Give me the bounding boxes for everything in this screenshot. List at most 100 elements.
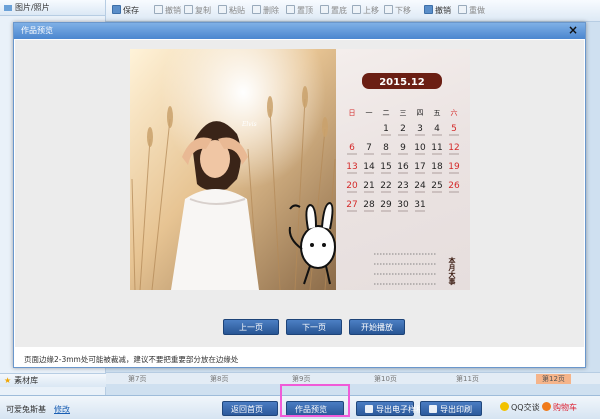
star-icon: ★	[4, 376, 12, 385]
day-number: 12	[448, 143, 459, 153]
lunar-date-mark	[364, 210, 374, 212]
toolbar-button-0[interactable]: 保存	[112, 5, 139, 16]
page-thumb[interactable]: 第9页	[292, 374, 310, 384]
photo-folder-icon	[4, 4, 12, 11]
lunar-date-mark	[347, 191, 357, 193]
day-number: 2	[400, 124, 406, 134]
toolbar-button-4[interactable]: 删除	[252, 5, 279, 16]
weekday-label: 日	[349, 109, 356, 117]
next-page-button[interactable]: 下一页	[286, 319, 342, 335]
toolbar-label: 上移	[363, 6, 379, 15]
lunar-date-mark	[398, 153, 408, 155]
lunar-date-mark	[381, 191, 391, 193]
toolbar-button-2[interactable]: 复制	[184, 5, 211, 16]
prev-page-button[interactable]: 上一页	[223, 319, 279, 335]
redo-icon	[458, 5, 467, 14]
lunar-date-mark	[364, 153, 374, 155]
day-number: 26	[448, 181, 460, 191]
day-number: 25	[431, 181, 442, 191]
day-number: 1	[383, 124, 389, 134]
weekday-label: 六	[451, 108, 458, 117]
day-number: 3	[417, 124, 423, 134]
toolbar-button-10[interactable]: 重做	[458, 5, 485, 16]
lunar-date-mark	[381, 210, 391, 212]
toolbar-button-6[interactable]: 置底	[320, 5, 347, 16]
lunar-date-mark	[398, 191, 408, 193]
day-number: 28	[363, 200, 375, 210]
left-tab-photos[interactable]: 图片/照片	[0, 0, 105, 16]
toolbar-label: 重做	[469, 6, 485, 15]
toolbar-button-7[interactable]: 上移	[352, 5, 379, 16]
month-label: 2015.12	[379, 77, 425, 88]
toolbar-label: 粘贴	[229, 6, 245, 15]
day-number: 4	[434, 124, 440, 134]
toolbar-button-3[interactable]: 粘贴	[218, 5, 245, 16]
undo-icon	[154, 5, 163, 14]
qq-penguin-icon	[500, 402, 509, 411]
shopping-cart-link[interactable]: 购物车	[542, 402, 577, 413]
toolbar-label: 置底	[331, 6, 347, 15]
export-print-button[interactable]: 导出印刷	[420, 401, 482, 416]
toolbar-button-9[interactable]: 撤销	[424, 5, 451, 16]
toolbar-button-8[interactable]: 下移	[384, 5, 411, 16]
undo-icon	[424, 5, 433, 14]
page-thumb[interactable]: 第11页	[456, 374, 479, 384]
toolbar-label: 撤销	[165, 6, 181, 15]
calendar-grid-panel: 2015.12 日一二三四五六 1 2 3 4 5 6 7 8 9 10 11 12 13 14 15 16 17 1…	[336, 49, 470, 290]
memo-title: 本月大事	[448, 256, 457, 286]
weekday-label: 四	[417, 109, 424, 117]
delete-icon	[252, 5, 261, 14]
lunar-date-mark	[415, 191, 425, 193]
move-up-icon	[352, 5, 361, 14]
lunar-date-mark	[449, 153, 459, 155]
day-number: 14	[363, 162, 375, 172]
day-number: 31	[414, 200, 425, 210]
page-thumb[interactable]: 第8页	[210, 374, 228, 384]
day-number: 5	[451, 124, 457, 134]
bring-front-icon	[286, 5, 295, 14]
day-number: 18	[431, 162, 443, 172]
lunar-date-mark	[432, 191, 442, 193]
day-number: 6	[349, 143, 355, 153]
dialog-title: 作品预览	[14, 23, 585, 39]
button-label: 返回首页	[231, 405, 263, 414]
lunar-date-mark	[364, 172, 374, 174]
export-ebook-button[interactable]: 导出电子样稿	[356, 401, 424, 416]
lunar-date-mark	[398, 210, 408, 212]
toolbar-button-5[interactable]: 置顶	[286, 5, 313, 16]
export-icon	[365, 405, 373, 413]
day-number: 15	[380, 162, 391, 172]
day-number: 20	[346, 181, 358, 191]
lunar-date-mark	[432, 134, 442, 136]
lunar-date-mark	[432, 153, 442, 155]
home-button[interactable]: 返回首页	[222, 401, 278, 416]
day-number: 17	[414, 162, 425, 172]
lunar-date-mark	[398, 172, 408, 174]
toolbar-label: 撤销	[435, 6, 451, 15]
materials-tab[interactable]: ★ 素材库	[0, 373, 106, 387]
page-thumb[interactable]: 第7页	[128, 374, 146, 384]
save-icon	[112, 5, 121, 14]
copy-icon	[184, 5, 193, 14]
weekday-label: 二	[383, 109, 390, 117]
page-thumb[interactable]: 第10页	[374, 374, 397, 384]
toolbar-label: 保存	[123, 6, 139, 15]
lunar-date-mark	[398, 134, 408, 136]
toolbar-label: 下移	[395, 6, 411, 15]
day-number: 11	[431, 143, 442, 153]
edit-profile-link[interactable]: 修改	[54, 404, 70, 415]
preview-button-highlight	[280, 384, 350, 417]
lunar-date-mark	[347, 153, 357, 155]
lunar-date-mark	[415, 172, 425, 174]
crop-warning-note: 页面边缘2-3mm处可能被裁减，建议不要把重要部分放在边缘处	[24, 355, 239, 364]
page-thumb[interactable]: 第12页	[536, 374, 571, 384]
qq-chat-link[interactable]: QQ交谈	[500, 402, 540, 413]
button-label: 导出电子样稿	[376, 405, 424, 414]
send-back-icon	[320, 5, 329, 14]
play-slideshow-button[interactable]: 开始播放	[349, 319, 405, 335]
photo-caption: Elvis	[242, 121, 257, 128]
lunar-date-mark	[449, 172, 459, 174]
toolbar-button-1[interactable]: 撤销	[154, 5, 181, 16]
preview-dialog: 作品预览 × Elvis 2015.12 日 一 二 三 四 五 六 1 2 3…	[13, 22, 586, 368]
close-icon[interactable]: ×	[567, 24, 579, 36]
